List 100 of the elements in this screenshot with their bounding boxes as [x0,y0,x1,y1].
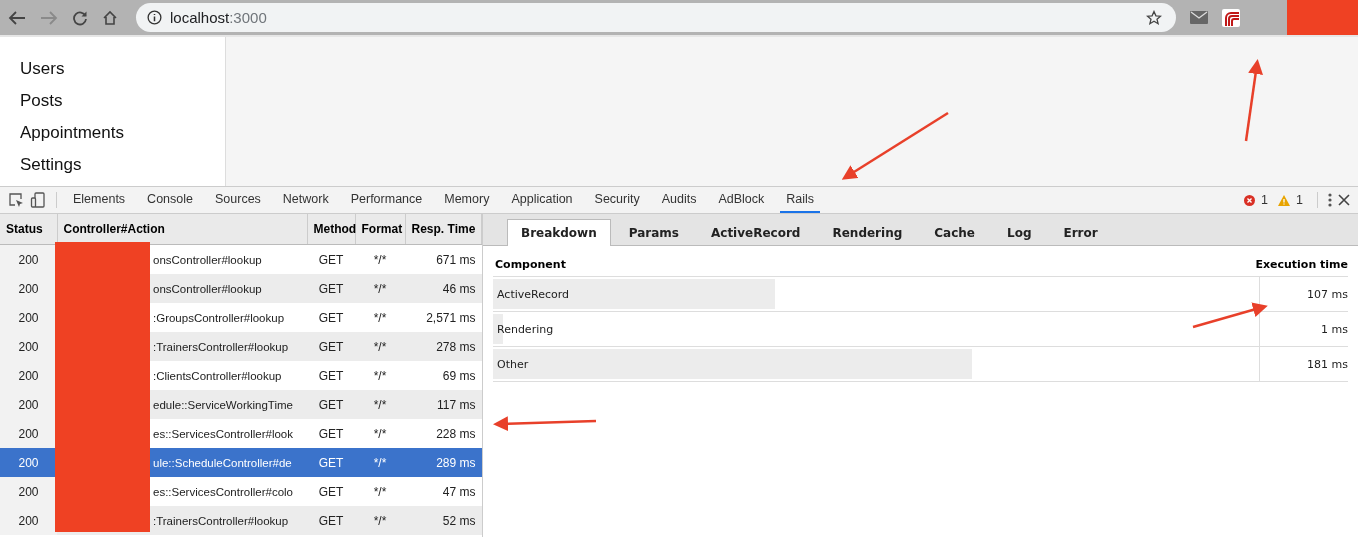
table-cell: 200 [0,361,57,390]
table-cell: GET [307,361,355,390]
table-cell: GET [307,419,355,448]
execution-time: 1 ms [1321,322,1348,336]
more-icon[interactable] [1328,193,1332,207]
home-icon[interactable] [102,9,118,26]
column-header[interactable]: Status [0,214,57,245]
panel-tab[interactable]: ActiveRecord [697,219,815,245]
column-header: Component [495,258,566,271]
error-icon [1244,194,1256,206]
table-cell: ule::ScheduleController#de [153,456,292,469]
panel-tab[interactable]: Cache [920,219,989,245]
devtools-tab[interactable]: Application [505,187,579,213]
back-icon[interactable] [8,9,26,26]
info-icon[interactable] [147,10,162,25]
table-cell: GET [307,244,355,274]
url-port: :3000 [229,9,267,26]
table-cell: 289 ms [405,448,482,477]
table-cell: 200 [0,244,57,274]
table-cell: 228 ms [405,419,482,448]
devtools-tab[interactable]: Security [588,187,646,213]
execution-time: 107 ms [1307,287,1348,301]
table-cell: GET [307,332,355,361]
table-cell: GET [307,390,355,419]
table-cell: GET [307,477,355,506]
component-name: ActiveRecord [497,287,570,301]
table-cell: */* [355,506,405,535]
warning-icon [1278,194,1291,206]
column-header[interactable]: Method [307,214,355,245]
table-cell: :ClientsController#lookup [153,369,282,382]
table-cell: GET [307,303,355,332]
panel-tab[interactable]: Breakdown [507,219,611,246]
component-name: Other [497,357,529,371]
table-cell: 46 ms [405,274,482,303]
table-cell: */* [355,419,405,448]
panel-tab[interactable]: Params [614,219,693,245]
table-cell: 2,571 ms [405,303,482,332]
table-cell: 52 ms [405,506,482,535]
table-cell: 200 [0,303,57,332]
warning-count: 1 [1296,193,1303,207]
sidebar-link[interactable]: Posts [20,91,225,111]
table-cell: */* [355,448,405,477]
sidebar-link[interactable]: Users [20,59,225,79]
table-cell: 117 ms [405,390,482,419]
table-cell: */* [355,332,405,361]
devtools-tab[interactable]: Sources [209,187,267,213]
devtools-tab[interactable]: Performance [344,187,429,213]
table-cell: */* [355,274,405,303]
table-cell: 671 ms [405,244,482,274]
devtools-tab[interactable]: Network [276,187,335,213]
table-cell: 200 [0,448,57,477]
table-cell: :TrainersController#lookup [153,514,289,527]
url-host: localhost [170,9,230,26]
close-icon[interactable] [1338,194,1350,206]
table-cell: 200 [0,477,57,506]
table-cell: 278 ms [405,332,482,361]
devtools-tab[interactable]: Audits [655,187,703,213]
devtools-tab[interactable]: Elements [67,187,132,213]
table-cell: 47 ms [405,477,482,506]
address-bar[interactable]: localhost:3000 [136,3,1176,32]
star-icon[interactable] [1146,9,1162,26]
table-cell: */* [355,244,405,274]
redaction-block [1287,0,1358,35]
table-cell: GET [307,274,355,303]
table-cell: es::ServicesController#look [153,427,293,440]
table-cell: es::ServicesController#colo [153,485,293,498]
table-cell: 69 ms [405,361,482,390]
table-cell: */* [355,303,405,332]
devtools-tab[interactable]: Console [141,187,199,213]
execution-time: 181 ms [1307,357,1348,371]
table-cell: GET [307,506,355,535]
devtools-tab[interactable]: Memory [438,187,496,213]
table-cell: :TrainersController#lookup [153,340,289,353]
panel-tab[interactable]: Error [1049,219,1112,245]
panel-tab[interactable]: Rendering [818,219,917,245]
inspect-icon[interactable] [8,192,24,208]
reload-icon[interactable] [72,9,88,26]
table-cell: onsController#lookup [153,253,262,266]
column-header[interactable]: Format [355,214,405,245]
table-cell: GET [307,448,355,477]
error-count: 1 [1261,193,1269,207]
mail-icon[interactable] [1190,11,1208,24]
sidebar-link[interactable]: Appointments [20,123,225,143]
table-cell: 200 [0,419,57,448]
column-header: Execution time [1255,258,1348,271]
devtools-tab[interactable]: AdBlock [712,187,771,213]
table-cell: onsController#lookup [153,282,262,295]
sidebar-link[interactable]: Settings [20,155,225,175]
extension-icon[interactable] [1222,8,1240,27]
table-cell: */* [355,361,405,390]
panel-tab[interactable]: Log [993,219,1046,245]
column-header[interactable]: Controller#Action [57,214,307,245]
table-cell: 200 [0,506,57,535]
table-cell: edule::ServiceWorkingTime [153,398,293,411]
component-name: Rendering [497,322,554,336]
table-cell: 200 [0,274,57,303]
table-cell: */* [355,390,405,419]
column-header[interactable]: Resp. Time [405,214,482,245]
device-icon[interactable] [30,192,46,208]
table-cell: 200 [0,332,57,361]
